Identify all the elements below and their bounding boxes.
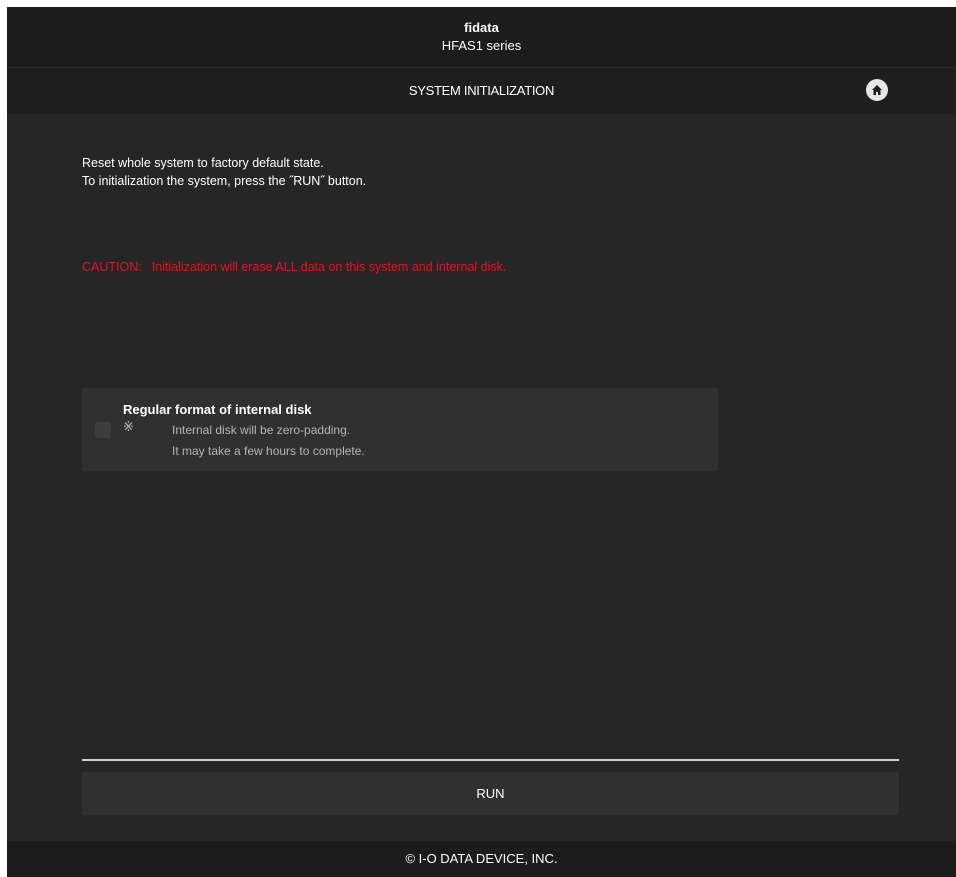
caution-message: CAUTION: Initialization will erase ALL da… [82,260,506,274]
divider [82,759,899,761]
format-option-card[interactable]: Regular format of internal disk ※ Intern… [82,388,718,471]
app-frame: fidata HFAS1 series SYSTEM INITIALIZATIO… [7,7,956,877]
caution-label: CAUTION: [82,260,142,274]
format-note-line-1: Internal disk will be zero-padding. [172,423,351,437]
format-option-label: Regular format of internal disk [123,402,312,417]
title-bar: SYSTEM INITIALIZATION [7,67,956,114]
description-line-2: To initialization the system, press the … [82,174,367,188]
description: Reset whole system to factory default st… [82,154,366,190]
brand-header: fidata HFAS1 series [7,7,956,67]
note-mark: ※ [123,419,134,434]
caution-text: Initialization will erase ALL data on th… [151,260,507,274]
description-line-1: Reset whole system to factory default st… [82,156,324,170]
page-title: SYSTEM INITIALIZATION [408,83,555,98]
format-note-line-2: It may take a few hours to complete. [172,444,365,458]
brand-model: HFAS1 series [441,38,522,53]
run-button[interactable]: RUN [82,772,899,815]
format-checkbox[interactable] [95,422,111,438]
home-button[interactable] [866,79,888,101]
brand-name: fidata [464,20,499,35]
home-icon [872,85,882,95]
footer-copyright: © I-O DATA DEVICE, INC. [7,841,956,877]
